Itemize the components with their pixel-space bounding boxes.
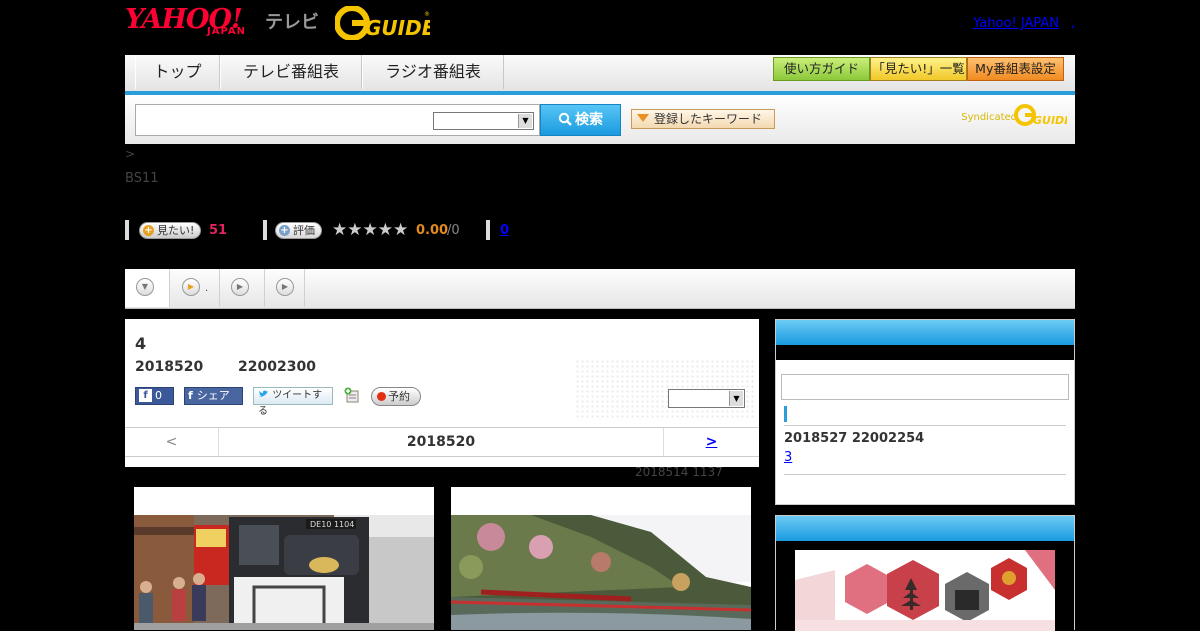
facebook-share-button[interactable]: f シェア — [184, 387, 243, 405]
divider — [486, 220, 490, 240]
promo-header-bar — [776, 516, 1074, 541]
pager-prev[interactable]: < — [125, 428, 219, 456]
twitter-bird-icon — [259, 390, 268, 397]
divider — [784, 425, 1066, 426]
sidebar-input-box — [781, 374, 1069, 400]
svg-text:GUIDE: GUIDE — [1033, 114, 1067, 127]
saved-keywords-label: 登録したキーワード — [654, 112, 763, 126]
search-button-label: 検索 — [575, 112, 603, 128]
rate-label: 評価 — [293, 224, 315, 237]
yahoo-logo-japan: JAPAN — [207, 26, 246, 37]
tv-logo-text[interactable]: テレビ — [265, 8, 319, 34]
play-circle-icon: ▶ — [182, 278, 200, 296]
site-header: YAHOO! JAPAN テレビ GUIDE ® Yahoo! JAPAN , — [125, 0, 1075, 52]
search-button[interactable]: 検索 — [540, 104, 621, 136]
divider — [263, 220, 267, 240]
tab-info[interactable]: ▼ — [125, 269, 170, 307]
rating-count: /0 — [447, 223, 460, 238]
promo-box — [775, 515, 1075, 631]
play-circle-icon: ▶ — [231, 278, 249, 296]
channel-name: BS11 — [125, 171, 159, 186]
chevron-down-icon: ▼ — [729, 391, 743, 406]
svg-text:®: ® — [424, 11, 430, 18]
tab-video-3[interactable]: ▶ — [265, 269, 305, 307]
usage-guide-button[interactable]: 使い方ガイド — [773, 57, 870, 81]
content-tabs: ▼ ▶ . ▶ ▶ — [125, 269, 1075, 309]
program-panel: 4 2018520 22002300 f0 f シェア ツイートする 予約 ▼ <… — [125, 319, 759, 467]
triangle-down-icon — [637, 114, 649, 122]
chevron-down-icon: ▼ — [518, 114, 532, 128]
train-photo-image: DE10 1104 — [134, 487, 434, 630]
nav-tab-tv-listings[interactable]: テレビ番組表 — [220, 55, 362, 89]
reserve-recording-button[interactable]: 予約 — [371, 387, 421, 406]
add-to-list-icon[interactable] — [344, 387, 360, 403]
program-title: 4 — [135, 334, 147, 353]
divider — [784, 474, 1066, 475]
updated-timestamp: 2018514 1137 — [635, 465, 723, 479]
program-stats: + 見たい! 51 + 評価 ★★★★★ 0.00 /0 0 — [125, 220, 625, 242]
next-broadcast-box: 2018527 22002254 3 — [775, 319, 1075, 505]
next-broadcast-date: 2018527 22002254 — [784, 431, 925, 446]
facebook-share-label: シェア — [196, 389, 230, 402]
nav-tab-radio-listings[interactable]: ラジオ番組表 — [362, 55, 504, 89]
next-broadcast-link[interactable]: 3 — [784, 450, 792, 465]
sidebar-header-bar — [776, 320, 1074, 345]
program-time: 22002300 — [238, 359, 316, 375]
promo-banner[interactable] — [795, 550, 1055, 631]
program-photo-valley[interactable] — [451, 487, 751, 630]
facebook-icon: f — [139, 389, 152, 402]
want-to-watch-button[interactable]: + 見たい! — [139, 222, 202, 239]
tab-video-1[interactable]: ▶ . — [170, 269, 220, 307]
plus-icon: + — [143, 225, 154, 236]
breadcrumb[interactable]: > — [125, 147, 135, 161]
divider — [125, 220, 129, 240]
yahoo-japan-link[interactable]: Yahoo! JAPAN — [973, 16, 1059, 31]
play-circle-icon: ▶ — [276, 278, 294, 296]
search-bar: ▼ 検索 登録したキーワード Syndicated GUIDE — [125, 95, 1075, 144]
sidebar-subheader — [776, 345, 1074, 360]
header-link-separator: , — [1070, 16, 1075, 31]
rate-button[interactable]: + 評価 — [275, 222, 322, 239]
chevron-down-icon: ▼ — [136, 278, 154, 296]
section-marker — [784, 406, 787, 422]
syndicated-text: Syndicated — [961, 112, 1017, 123]
nav-tab-top[interactable]: トップ — [135, 55, 220, 89]
review-count-link[interactable]: 0 — [500, 223, 509, 238]
saved-keywords-button[interactable]: 登録したキーワード — [631, 109, 775, 129]
gguide-logo[interactable]: GUIDE ® — [335, 6, 430, 40]
promo-banner-image — [795, 550, 1055, 631]
reserve-label: 予約 — [388, 390, 410, 403]
want-label: 見たい! — [157, 224, 195, 237]
pager-current-date: 2018520 — [406, 434, 476, 450]
program-photo-train[interactable]: DE10 1104 — [134, 487, 434, 630]
svg-text:GUIDE: GUIDE — [365, 16, 430, 40]
rating-value: 0.00 — [416, 223, 449, 238]
facebook-like-count: 0 — [155, 389, 162, 402]
search-category-select[interactable]: ▼ — [433, 112, 534, 130]
tweet-button[interactable]: ツイートする — [253, 387, 333, 417]
record-dot-icon — [377, 392, 386, 401]
my-listings-settings-button[interactable]: My番組表設定 — [967, 57, 1064, 81]
main-nav: トップ テレビ番組表 ラジオ番組表 使い方ガイド 「見たい!」一覧 My番組表設… — [125, 55, 1075, 95]
gguide-small-logo: GUIDE — [1014, 104, 1067, 127]
plus-icon: + — [279, 225, 290, 236]
svg-text:DE10 1104: DE10 1104 — [310, 520, 354, 529]
episode-pager: < 2018520 > — [125, 427, 759, 457]
tab-video-2[interactable]: ▶ — [220, 269, 265, 307]
program-action-select[interactable]: ▼ — [668, 389, 745, 408]
facebook-icon: f — [188, 389, 193, 402]
magnifier-icon — [558, 112, 572, 126]
facebook-like-button[interactable]: f0 — [135, 387, 174, 405]
tab-dot: . — [205, 283, 209, 294]
valley-photo-image — [451, 487, 751, 630]
want-list-button[interactable]: 「見たい!」一覧 — [870, 57, 967, 81]
rating-stars: ★★★★★ — [332, 220, 409, 240]
want-count: 51 — [209, 223, 228, 238]
pager-next[interactable]: > — [663, 428, 759, 456]
program-date: 2018520 — [135, 359, 204, 375]
